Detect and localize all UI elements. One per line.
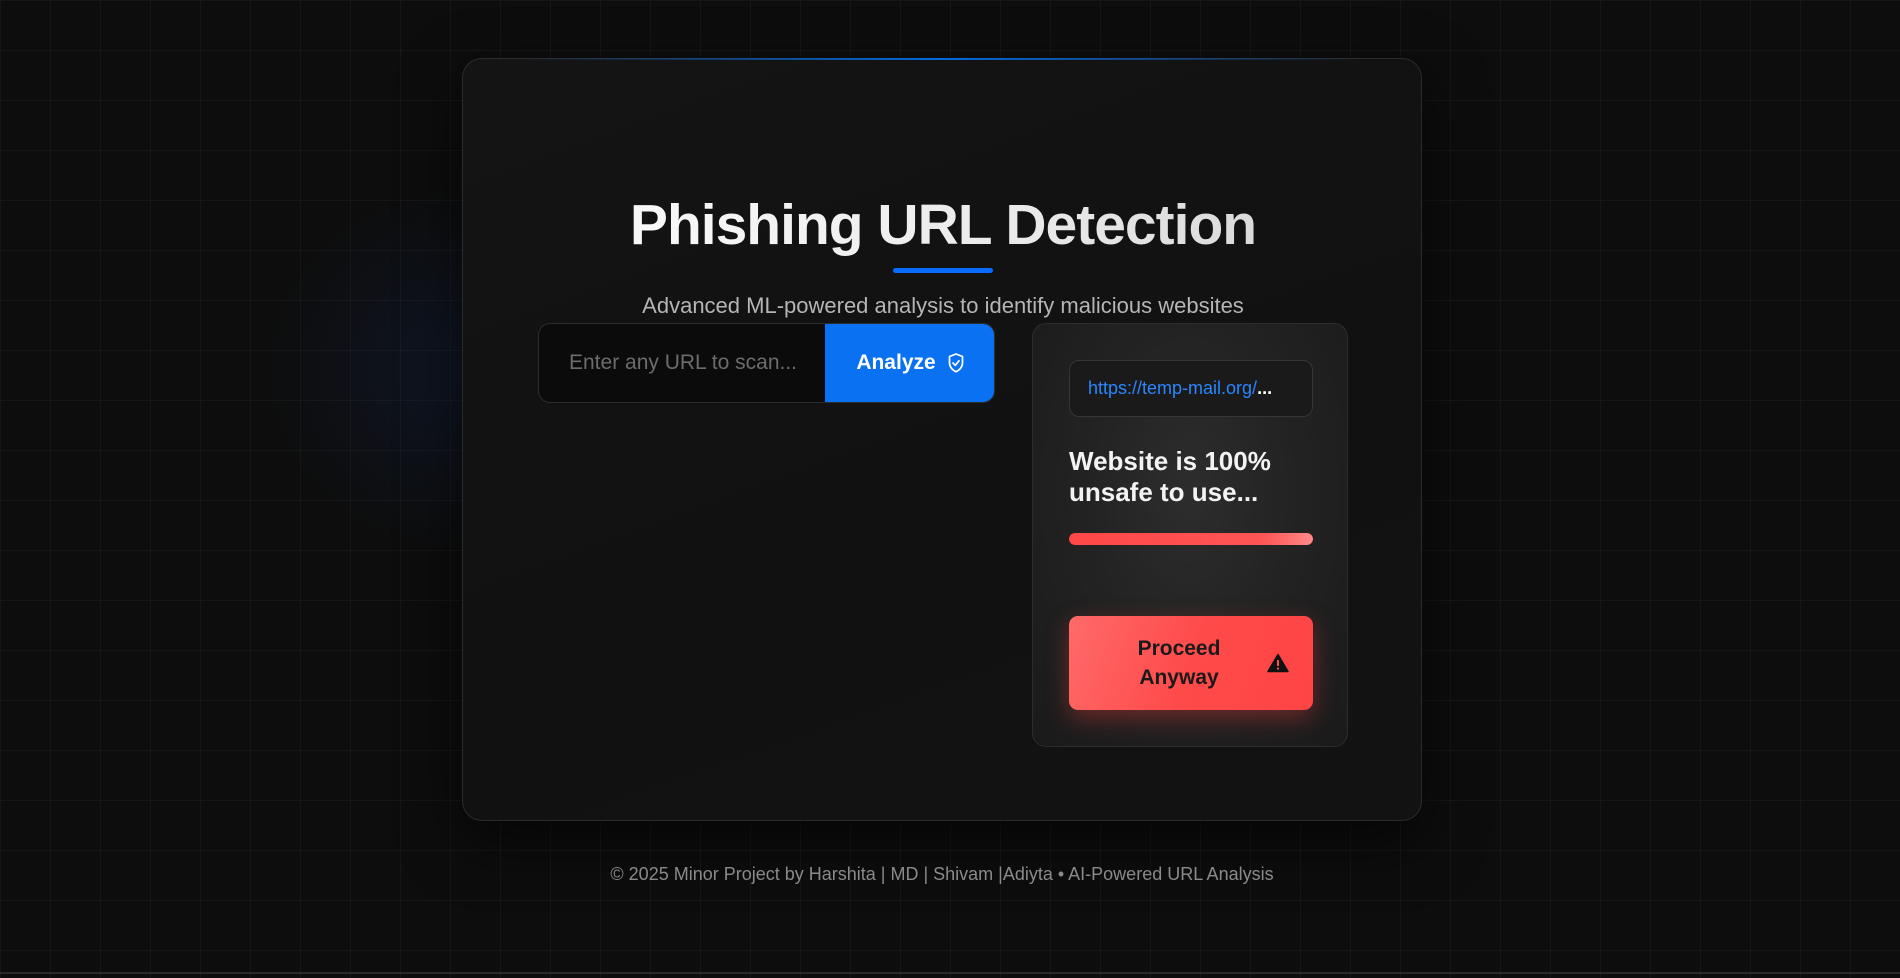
bottom-border	[0, 972, 1900, 974]
url-ellipsis: ...	[1257, 378, 1273, 398]
title-underline	[893, 268, 993, 273]
analyze-button[interactable]: Analyze	[825, 324, 994, 402]
page-title: Phishing URL Detection	[463, 189, 1423, 261]
risk-meter	[1069, 533, 1313, 545]
risk-meter-fill	[1069, 533, 1313, 545]
warning-triangle-icon	[1267, 653, 1289, 673]
analyze-button-label: Analyze	[856, 351, 936, 374]
proceed-anyway-button[interactable]: Proceed Anyway	[1069, 616, 1313, 710]
verdict-text: Website is 100% unsafe to use...	[1069, 446, 1271, 507]
footer-credits: © 2025 Minor Project by Harshita | MD | …	[610, 864, 1274, 884]
scanned-url: https://temp-mail.org/...	[1069, 360, 1313, 417]
result-panel: https://temp-mail.org/... Website is 100…	[1032, 323, 1348, 747]
proceed-anyway-label: Proceed Anyway	[1137, 637, 1221, 689]
url-input[interactable]	[539, 324, 825, 402]
shield-icon	[948, 353, 964, 373]
main-card: Phishing URL Detection Advanced ML-power…	[462, 58, 1422, 821]
page-subtitle: Advanced ML-powered analysis to identify…	[642, 293, 1244, 318]
url-search-bar: Analyze	[538, 323, 995, 403]
scanned-url-text: https://temp-mail.org/	[1088, 378, 1258, 398]
